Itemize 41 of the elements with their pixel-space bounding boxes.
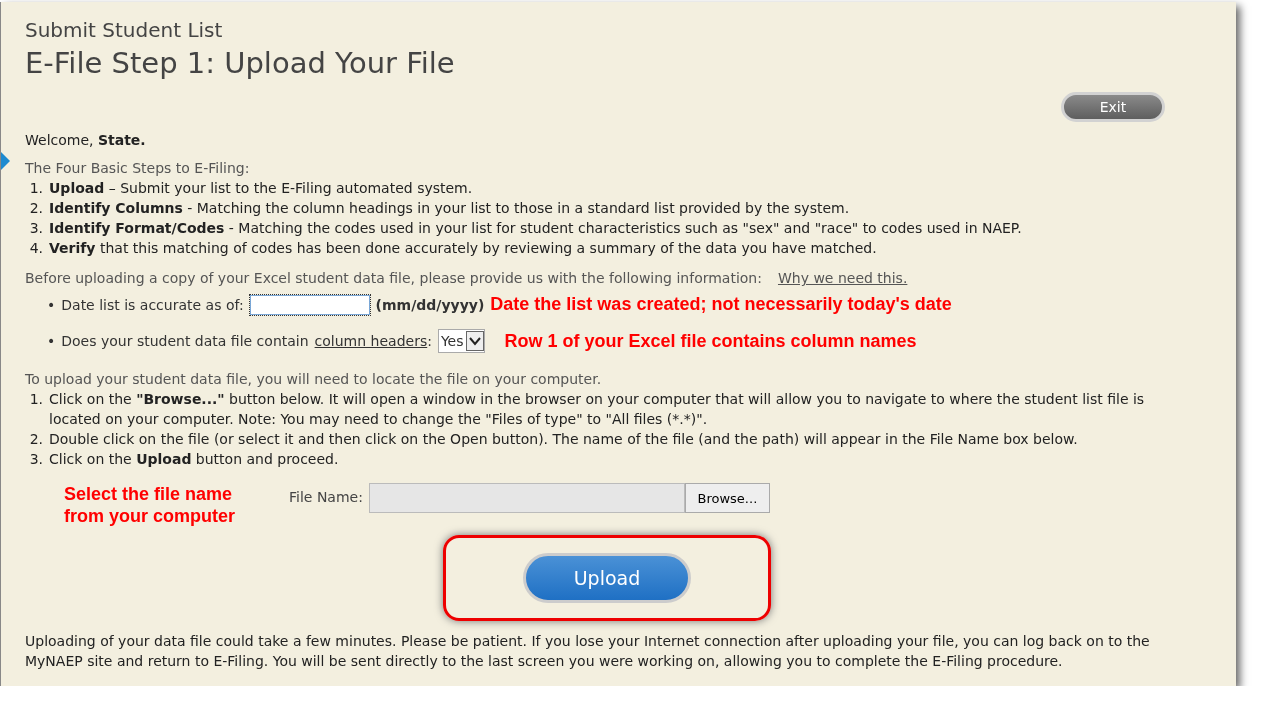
- date-field[interactable]: [249, 294, 370, 315]
- page-title: E-File Step 1: Upload Your File: [25, 46, 456, 80]
- step-number: 3.: [28, 219, 44, 238]
- step-number: 2.: [28, 199, 44, 218]
- date-label: Date list is accurate as of:: [61, 296, 244, 313]
- date-format: (mm/dd/yyyy): [375, 296, 485, 313]
- step-number: 1.: [28, 179, 44, 198]
- step-text: Upload – Submit your list to the E-Filing automated system.: [49, 179, 474, 198]
- step-number: 4.: [28, 239, 44, 258]
- step-number: 1.: [28, 390, 44, 409]
- file-note: Select the file name from your computer: [64, 483, 237, 527]
- why-link[interactable]: Why we need this.: [777, 268, 908, 288]
- step-number: 2.: [28, 430, 44, 449]
- upload-button[interactable]: Upload: [523, 553, 691, 603]
- page-subtitle: Submit Student List: [25, 18, 224, 42]
- date-note: Date the list was created; not necessarily today's date: [490, 294, 952, 315]
- step-text: Identify Columns - Matching the column headings in your list to those in a standard list provided by the system.: [49, 199, 851, 218]
- triangle-marker-icon: [1, 152, 10, 170]
- footer-note: Uploading of your data file could take a few minutes. Please be patient. If you lose your Internet connection after uploading your file, you can log back on to the MyNAEP site and return to E-Filing. You will be sent directly to the last screen you were working on, allowing you to complete the E-Filing procedure.: [25, 632, 1151, 671]
- exit-button[interactable]: Exit: [1061, 92, 1165, 122]
- caret-icon: [465, 331, 484, 351]
- step-text: Verify that this matching of codes has been done accurately by reviewing a summary of the data you have matched.: [49, 239, 878, 258]
- file-name-label: File Name:: [289, 489, 363, 505]
- upload-intro: To upload your student data file, you will need to locate the file on your computer.: [25, 370, 603, 389]
- step-text: Double click on the file (or select it and then click on the Open button). The name of the file (and the path) will appear in the File Name box below.: [49, 430, 1079, 449]
- steps-intro: The Four Basic Steps to E-Filing:: [25, 159, 251, 178]
- file-name-field[interactable]: [368, 483, 685, 513]
- step-number: 3.: [28, 450, 44, 469]
- headers-note: Row 1 of your Excel file contains column names: [504, 330, 917, 352]
- step-text: Identify Format/Codes - Matching the codes used in your list for student characteristics such as "sex" and "race" to codes used in NAEP.: [49, 219, 1023, 238]
- bullet: •: [47, 333, 56, 349]
- colon-text: :: [427, 333, 432, 349]
- headers-select[interactable]: Yes: [437, 329, 485, 353]
- browse-button[interactable]: Browse...: [684, 483, 770, 513]
- step-text: Click on the Upload button and proceed.: [49, 450, 340, 469]
- info-intro: Before uploading a copy of your Excel student data file, please provide us with the following information:: [25, 269, 762, 288]
- bullet: •: [47, 296, 56, 313]
- headers-label: Does your student data file contain: [61, 333, 309, 349]
- welcome-text: Welcome, State.: [25, 131, 147, 150]
- step-text: Click on the "Browse..." button below. It will open a window in the browser on your computer that will allow you to navigate to where the student list file is located on your computer. Note: You may need to change the "Files of type" to "All files (*.*)".: [49, 390, 1146, 429]
- column-headers-link[interactable]: column headers: [314, 333, 428, 349]
